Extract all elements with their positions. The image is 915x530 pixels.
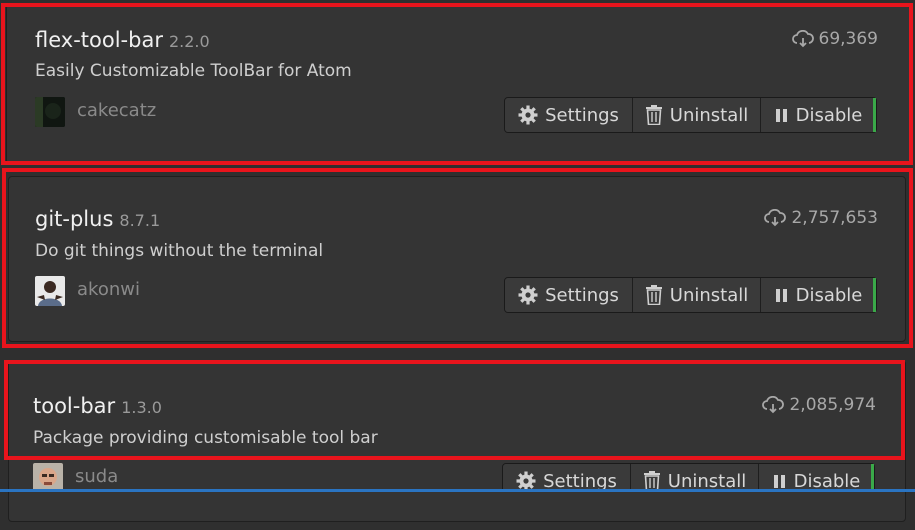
pause-icon — [773, 475, 785, 488]
download-count-value: 2,085,974 — [789, 395, 876, 415]
trash-icon — [643, 471, 660, 490]
avatar[interactable] — [33, 463, 63, 490]
enabled-indicator — [871, 464, 874, 490]
package-description: Package providing customisable tool bar — [33, 428, 378, 448]
download-count: 2,085,974 — [762, 395, 876, 415]
package-name[interactable]: tool-bar 1.3.0 — [33, 394, 162, 418]
uninstall-label: Uninstall — [667, 470, 747, 491]
disable-label: Disable — [793, 470, 861, 491]
package-name-text[interactable]: tool-bar — [33, 394, 115, 418]
settings-button[interactable]: Settings — [503, 464, 631, 490]
gear-icon — [516, 471, 536, 490]
owner-name[interactable]: suda — [75, 466, 118, 487]
package-actions: Settings Uninstall Disable — [502, 463, 875, 490]
cloud-download-icon — [762, 396, 785, 414]
package-version: 1.3.0 — [121, 398, 162, 417]
settings-label: Settings — [543, 470, 617, 491]
focus-line — [0, 489, 915, 492]
uninstall-button[interactable]: Uninstall — [631, 464, 759, 490]
disable-button[interactable]: Disable — [759, 464, 874, 490]
